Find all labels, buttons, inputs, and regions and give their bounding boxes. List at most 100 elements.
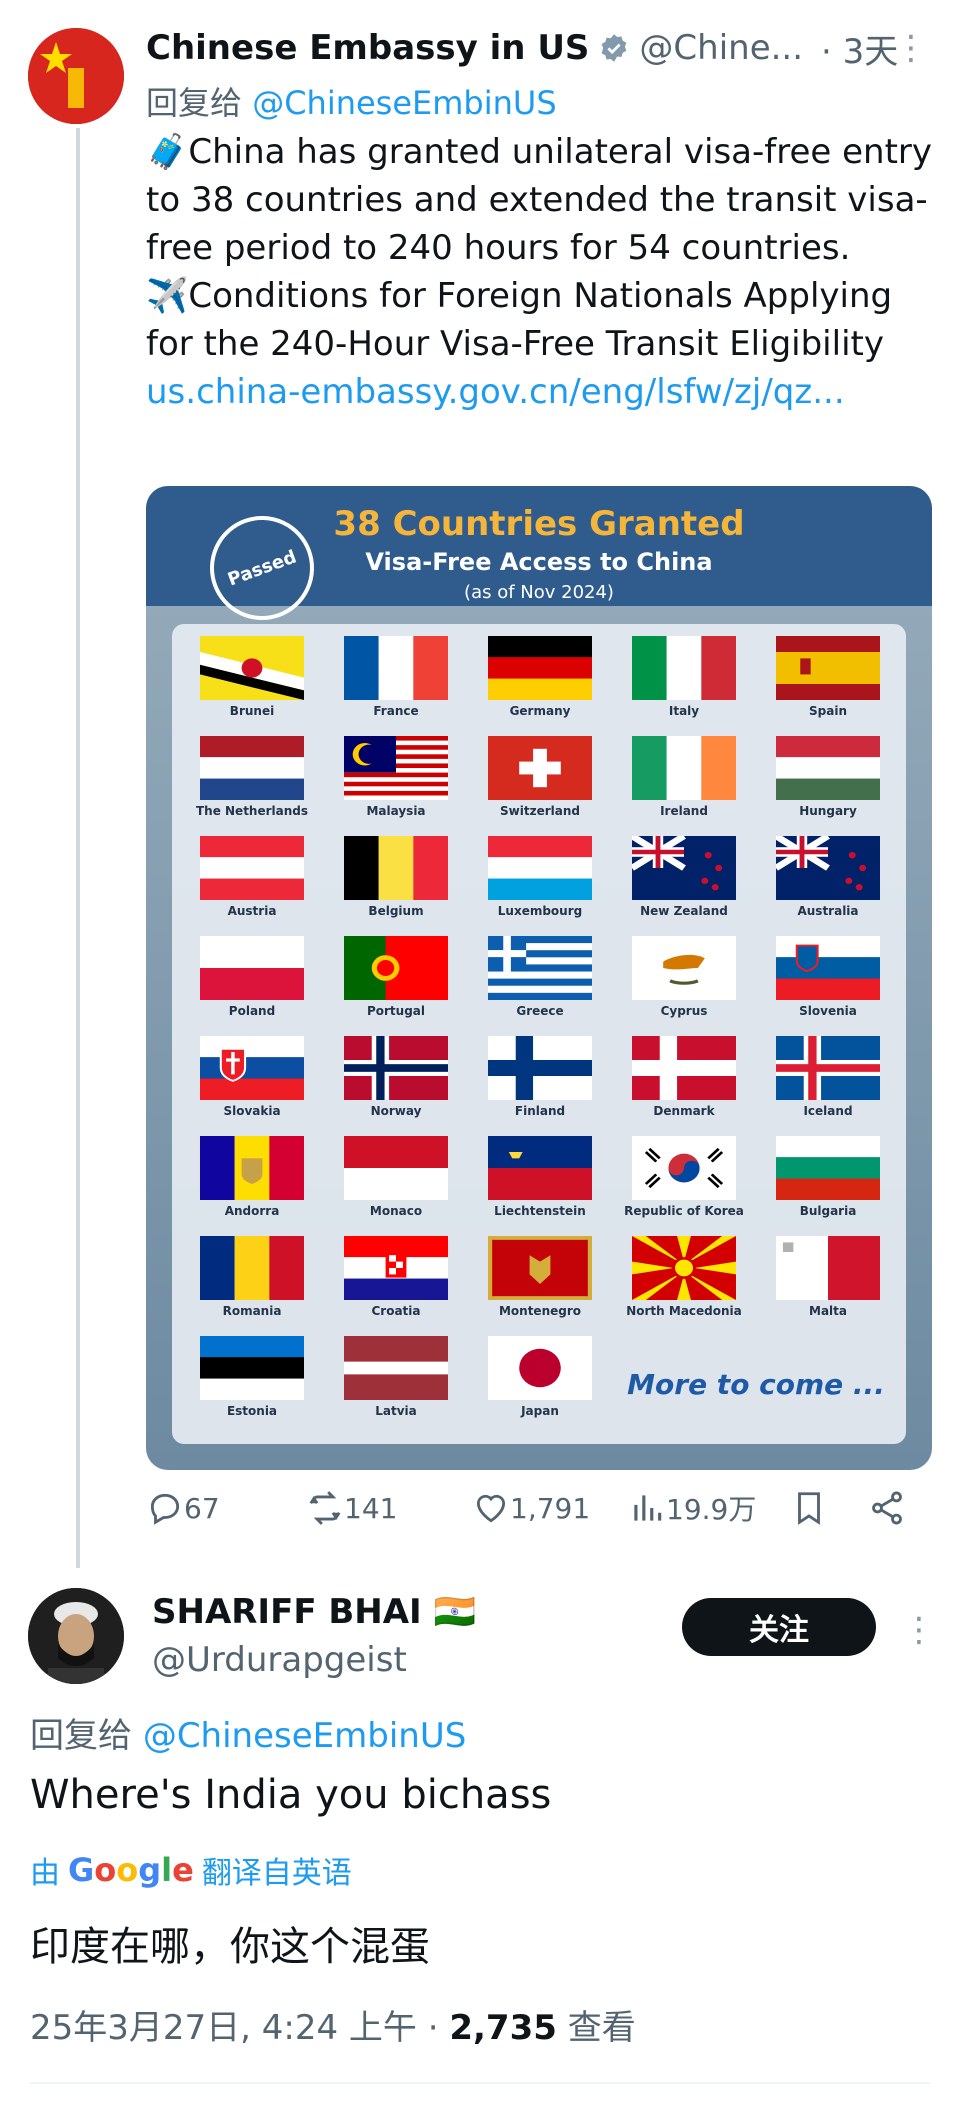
flag-label: The Netherlands: [195, 804, 309, 818]
more-icon[interactable]: ⋮: [894, 28, 928, 68]
author-name[interactable]: Chinese Embassy in US: [146, 28, 589, 68]
flag-label: Andorra: [224, 1204, 280, 1218]
flag-label: Australia: [797, 904, 859, 918]
views-button[interactable]: 19.9万: [628, 1488, 756, 1528]
flag-malaysia: Malaysia: [324, 736, 468, 832]
flag-finland: Finland: [468, 1036, 612, 1132]
tweet-header: Chinese Embassy in US @Chine... · 3天 ⋮: [146, 24, 928, 73]
media-subtitle: Visa-Free Access to China: [365, 548, 713, 576]
verified-badge-icon: [602, 34, 627, 62]
flag-label: Latvia: [375, 1404, 417, 1418]
flag-label: Hungary: [799, 804, 857, 818]
flag-label: Brunei: [229, 704, 275, 718]
flag-slovakia: Slovakia: [180, 1036, 324, 1132]
reply-author-handle[interactable]: @Urdurapgeist: [152, 1640, 407, 1680]
flag-label: Switzerland: [500, 804, 580, 818]
flag-label: Norway: [370, 1104, 422, 1118]
flag-belgium: Belgium: [324, 836, 468, 932]
flag-luxembourg: Luxembourg: [468, 836, 612, 932]
bookmark-button[interactable]: [790, 1489, 828, 1527]
author-handle[interactable]: @Chine...: [639, 28, 803, 68]
flag-croatia: Croatia: [324, 1236, 468, 1332]
flag-label: Luxembourg: [497, 904, 583, 918]
reply-to-prefix: 回复给: [30, 1716, 132, 1756]
flag-france: France: [324, 636, 468, 732]
reply-to-line: 回复给 @ChineseEmbinUS: [146, 78, 557, 124]
follow-button[interactable]: 关注: [682, 1598, 876, 1656]
reply-timestamp[interactable]: 25年3月27日, 4:24 上午 ·: [30, 2008, 449, 2048]
flag-label: Slovakia: [223, 1104, 281, 1118]
tweet-media-image[interactable]: Passed 38 Countries Granted Visa-Free Ac…: [146, 486, 932, 1470]
flag-poland: Poland: [180, 936, 324, 1032]
flag-label: Monaco: [369, 1204, 423, 1218]
flag-label: Austria: [227, 904, 277, 918]
flag-australia: Australia: [756, 836, 900, 932]
flag-label: Denmark: [653, 1104, 715, 1118]
flag-label: Romania: [222, 1304, 282, 1318]
translate-prefix: 由: [30, 1856, 60, 1891]
flag-label: Montenegro: [498, 1304, 582, 1318]
tweet-body: 🧳China has granted unilateral visa-free …: [146, 128, 936, 416]
flag-label: Ireland: [660, 804, 708, 818]
views-count: 19.9万: [666, 1493, 757, 1526]
like-button[interactable]: 1,791: [472, 1489, 590, 1527]
flag-iceland: Iceland: [756, 1036, 900, 1132]
like-count: 1,791: [510, 1491, 591, 1525]
retweet-count: 141: [344, 1491, 398, 1525]
reply-author-name[interactable]: SHARIFF BHAI 🇮🇳: [152, 1592, 476, 1632]
bookmark-icon: [798, 1492, 820, 1525]
flag-japan: Japan: [468, 1336, 612, 1432]
flag-label: Japan: [521, 1404, 559, 1418]
flag-ireland: Ireland: [612, 736, 756, 832]
reply-more-icon[interactable]: ⋮: [902, 1610, 936, 1650]
reply-to-handle[interactable]: @ChineseEmbinUS: [252, 84, 556, 122]
retweet-button[interactable]: 141: [306, 1489, 397, 1527]
flag-andorra: Andorra: [180, 1136, 324, 1232]
flag-label: Estonia: [226, 1404, 278, 1418]
flag-spain: Spain: [756, 636, 900, 732]
flag-malta: Malta: [756, 1236, 900, 1332]
flag-denmark: Denmark: [612, 1036, 756, 1132]
tweet-link[interactable]: us.china-embassy.gov.cn/eng/lsfw/zj/qz..…: [146, 368, 936, 416]
tweet-text-line1: 🧳China has granted unilateral visa-free …: [146, 132, 933, 268]
flag-label: Portugal: [366, 1004, 426, 1018]
flag-label: Italy: [668, 704, 700, 718]
flag-austria: Austria: [180, 836, 324, 932]
translate-suffix: 翻译自英语: [201, 1856, 352, 1891]
reply-button[interactable]: 67: [146, 1489, 220, 1527]
more-to-come-text: More to come ...: [627, 1367, 885, 1401]
translated-text: 印度在哪，你这个混蛋: [30, 1924, 430, 1970]
author-avatar[interactable]: [28, 28, 124, 124]
flags-grid: Brunei France Germany Italy Spain The Netherl…: [180, 636, 900, 1432]
tweet-time[interactable]: · 3天: [821, 24, 898, 73]
views-icon: [634, 1495, 662, 1521]
flag-label: Finland: [514, 1104, 566, 1118]
translate-link[interactable]: 由 Google 翻译自英语: [30, 1848, 352, 1892]
reply-author-avatar[interactable]: [28, 1588, 124, 1684]
flag-republic-of-korea: Republic of Korea: [612, 1136, 756, 1232]
flag-liechtenstein: Liechtenstein: [468, 1136, 612, 1232]
flag-switzerland: Switzerland: [468, 736, 612, 832]
flag-hungary: Hungary: [756, 736, 900, 832]
flag-label: Republic of Korea: [624, 1204, 744, 1218]
flag-portugal: Portugal: [324, 936, 468, 1032]
reply-to-handle[interactable]: @ChineseEmbinUS: [143, 1716, 466, 1756]
flag-north-macedonia: North Macedonia: [612, 1236, 756, 1332]
flag-italy: Italy: [612, 636, 756, 732]
share-button[interactable]: [868, 1489, 906, 1527]
like-icon: [476, 1494, 506, 1523]
reply-views-count: 2,735: [449, 2008, 557, 2048]
flag-greece: Greece: [468, 936, 612, 1032]
reply-count: 67: [184, 1491, 220, 1525]
flag-latvia: Latvia: [324, 1336, 468, 1432]
reply-reply-to-line: 回复给 @ChineseEmbinUS: [30, 1708, 466, 1757]
retweet-icon: [309, 1491, 341, 1525]
flag-label: Belgium: [368, 904, 424, 918]
flag-estonia: Estonia: [180, 1336, 324, 1432]
divider: [30, 2082, 930, 2084]
reply-icon: [150, 1493, 180, 1525]
flag-label: Poland: [228, 1004, 276, 1018]
reply-meta: 25年3月27日, 4:24 上午 · 2,735 查看: [30, 2000, 636, 2049]
media-date: (as of Nov 2024): [464, 582, 614, 603]
flag-label: Greece: [516, 1004, 564, 1018]
